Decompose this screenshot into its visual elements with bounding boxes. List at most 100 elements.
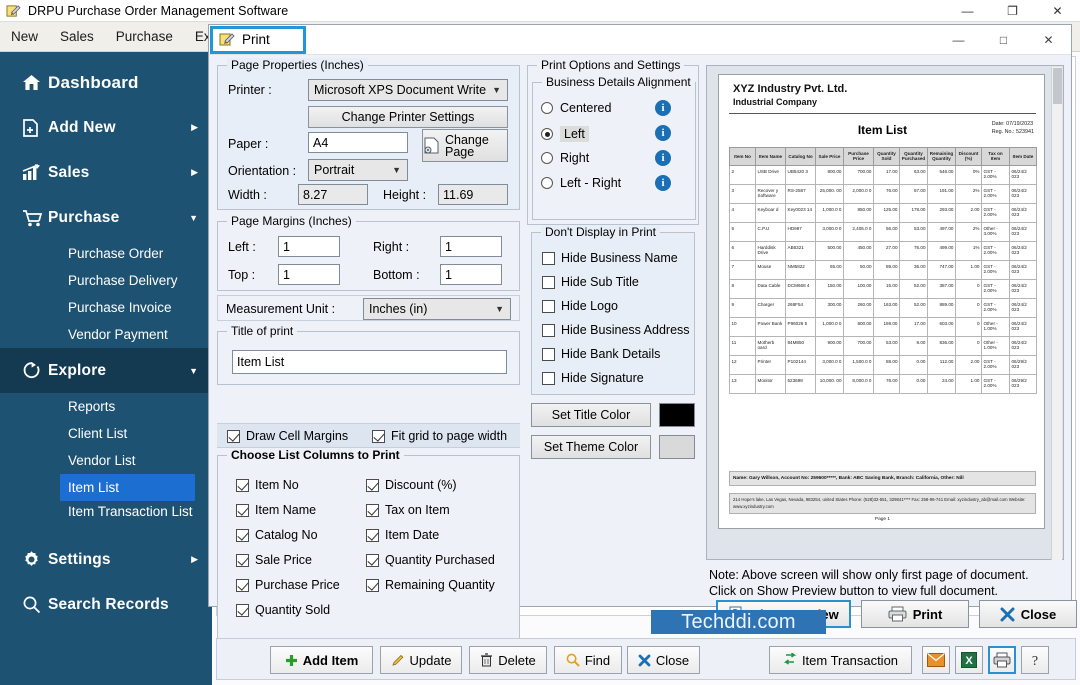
find-button[interactable]: Find bbox=[554, 646, 622, 674]
sidebar-subitem-item-list[interactable]: Item List bbox=[60, 474, 195, 501]
preview-cell: 112.00 bbox=[927, 354, 956, 375]
margin-bottom-input[interactable]: 1 bbox=[440, 264, 502, 285]
sidebar-subitem-purchase-delivery[interactable]: Purchase Delivery bbox=[0, 267, 212, 294]
sidebar-item-search-records[interactable]: Search Records bbox=[0, 582, 212, 627]
sidebar-subitem-reports[interactable]: Reports bbox=[0, 393, 212, 420]
measurement-unit-select[interactable]: Inches (in) ▼ bbox=[363, 298, 511, 320]
chevron-down-icon: ▼ bbox=[189, 212, 198, 223]
preview-cell: 67.00 bbox=[899, 183, 928, 204]
hide-checkbox-business-name[interactable]: Hide Business Name bbox=[542, 251, 678, 265]
theme-color-swatch[interactable] bbox=[659, 435, 695, 459]
paper-input[interactable]: A4 bbox=[308, 132, 408, 153]
set-theme-color-button[interactable]: Set Theme Color bbox=[531, 435, 651, 459]
close-label: Close bbox=[1020, 606, 1057, 622]
orientation-select[interactable]: Portrait ▼ bbox=[308, 159, 408, 181]
change-printer-settings-button[interactable]: Change Printer Settings bbox=[308, 106, 508, 128]
title-color-swatch[interactable] bbox=[659, 403, 695, 427]
preview-cell: 150.00 bbox=[815, 278, 844, 299]
height-value: 11.69 bbox=[443, 187, 474, 202]
column-checkbox-tax-on-item[interactable]: Tax on Item bbox=[366, 503, 450, 517]
preview-address-details: 214 Hope's lake, Las Vegas, Nevada, 9832… bbox=[729, 493, 1036, 514]
margin-top-input[interactable]: 1 bbox=[278, 264, 340, 285]
hide-checkbox-business-address[interactable]: Hide Business Address bbox=[542, 323, 690, 337]
dialog-minimize-button[interactable]: — bbox=[936, 25, 981, 55]
sidebar-item-settings[interactable]: Settings ▶ bbox=[0, 537, 212, 582]
sidebar-item-add-new[interactable]: Add New ▶ bbox=[0, 105, 212, 150]
add-item-button[interactable]: Add Item bbox=[270, 646, 373, 674]
sidebar-item-dashboard[interactable]: Dashboard bbox=[0, 60, 212, 105]
sidebar-subitem-purchase-order[interactable]: Purchase Order bbox=[0, 240, 212, 267]
hide-checkbox-logo[interactable]: Hide Logo bbox=[542, 299, 618, 313]
dialog-maximize-button[interactable]: □ bbox=[981, 25, 1026, 55]
info-icon[interactable]: i bbox=[655, 150, 671, 166]
preview-sub-title: Industrial Company bbox=[733, 97, 818, 107]
checkbox-box bbox=[366, 478, 379, 492]
preview-cell: 06/24/2 023 bbox=[1009, 297, 1037, 318]
column-checkbox-item-no[interactable]: Item No bbox=[236, 478, 299, 492]
alignment-radio-left-right[interactable]: Left - Right bbox=[541, 176, 621, 190]
sidebar-subitem-client-list[interactable]: Client List bbox=[0, 420, 212, 447]
preview-cell: 06/24/2 023 bbox=[1009, 316, 1037, 337]
alignment-radio-centered[interactable]: Centered bbox=[541, 101, 611, 115]
delete-button[interactable]: Delete bbox=[469, 646, 547, 674]
minimize-button[interactable]: — bbox=[945, 0, 990, 22]
preview-scrollbar-thumb[interactable] bbox=[1053, 68, 1062, 104]
print-toolbar-button[interactable] bbox=[988, 646, 1016, 674]
column-checkbox-item-date[interactable]: Item Date bbox=[366, 528, 439, 542]
width-input[interactable]: 8.27 bbox=[298, 184, 368, 205]
email-button[interactable] bbox=[922, 646, 950, 674]
menu-item-sales[interactable]: Sales bbox=[49, 25, 105, 48]
menu-item-purchase[interactable]: Purchase bbox=[105, 25, 184, 48]
fit-grid-checkbox[interactable]: Fit grid to page width bbox=[372, 429, 507, 443]
column-checkbox-discount[interactable]: Discount (%) bbox=[366, 478, 457, 492]
restore-button[interactable]: ❐ bbox=[990, 0, 1035, 22]
alignment-radio-left[interactable]: Left bbox=[541, 126, 589, 142]
printer-select[interactable]: Microsoft XPS Document Write ▼ bbox=[308, 79, 508, 101]
info-icon[interactable]: i bbox=[655, 100, 671, 116]
sidebar-subitem-item-transaction-list[interactable]: Item Transaction List bbox=[0, 501, 212, 537]
preview-col-header: Catalog No bbox=[785, 147, 816, 166]
hide-checkbox-signature[interactable]: Hide Signature bbox=[542, 371, 644, 385]
alignment-radio-right[interactable]: Right bbox=[541, 151, 589, 165]
margin-left-input[interactable]: 1 bbox=[278, 236, 340, 257]
column-checkbox-quantity-sold[interactable]: Quantity Sold bbox=[236, 603, 330, 617]
print-button[interactable]: Print bbox=[861, 600, 969, 628]
add-item-label: Add Item bbox=[302, 652, 359, 668]
info-icon[interactable]: i bbox=[655, 125, 671, 141]
column-checkbox-sale-price[interactable]: Sale Price bbox=[236, 553, 312, 567]
help-button[interactable]: ? bbox=[1021, 646, 1049, 674]
column-checkbox-item-name[interactable]: Item Name bbox=[236, 503, 316, 517]
item-transaction-button[interactable]: Item Transaction bbox=[769, 646, 912, 674]
column-checkbox-remaining-quantity[interactable]: Remaining Quantity bbox=[366, 578, 495, 592]
margin-right-input[interactable]: 1 bbox=[440, 236, 502, 257]
paper-value: A4 bbox=[313, 135, 329, 150]
hide-checkbox-sub-title[interactable]: Hide Sub Title bbox=[542, 275, 639, 289]
sidebar-item-purchase[interactable]: Purchase ▼ bbox=[0, 195, 212, 240]
title-of-print-input[interactable]: Item List bbox=[232, 350, 507, 374]
hide-checkbox-bank-details[interactable]: Hide Bank Details bbox=[542, 347, 660, 361]
sidebar-item-explore[interactable]: Explore ▼ bbox=[0, 348, 212, 393]
preview-cell: 1,500.0 0 bbox=[843, 354, 874, 375]
checkbox-box bbox=[542, 371, 555, 385]
close-preview-button[interactable]: Close bbox=[979, 600, 1077, 628]
dialog-close-button[interactable]: ✕ bbox=[1026, 25, 1071, 55]
close-button[interactable]: ✕ bbox=[1035, 0, 1080, 22]
sidebar-subitem-vendor-payment[interactable]: Vendor Payment bbox=[0, 321, 212, 348]
height-input[interactable]: 11.69 bbox=[438, 184, 508, 205]
menu-item-new[interactable]: New bbox=[0, 25, 49, 48]
close-toolbar-button[interactable]: Close bbox=[627, 646, 700, 674]
column-checkbox-quantity-purchased[interactable]: Quantity Purchased bbox=[366, 553, 495, 567]
preview-col-header: Purchase Price bbox=[843, 147, 874, 166]
excel-export-button[interactable]: X bbox=[955, 646, 983, 674]
sidebar-item-sales[interactable]: Sales ▶ bbox=[0, 150, 212, 195]
set-title-color-button[interactable]: Set Title Color bbox=[531, 403, 651, 427]
column-checkbox-purchase-price[interactable]: Purchase Price bbox=[236, 578, 340, 592]
sidebar-subitem-vendor-list[interactable]: Vendor List bbox=[0, 447, 212, 474]
sidebar-subitem-purchase-invoice[interactable]: Purchase Invoice bbox=[0, 294, 212, 321]
info-icon[interactable]: i bbox=[655, 175, 671, 191]
draw-cell-margins-checkbox[interactable]: Draw Cell Margins bbox=[227, 429, 348, 443]
preview-scrollbar[interactable] bbox=[1051, 67, 1062, 560]
change-page-button[interactable]: Change Page bbox=[422, 129, 508, 162]
column-checkbox-catalog-no[interactable]: Catalog No bbox=[236, 528, 318, 542]
update-button[interactable]: Update bbox=[380, 646, 462, 674]
